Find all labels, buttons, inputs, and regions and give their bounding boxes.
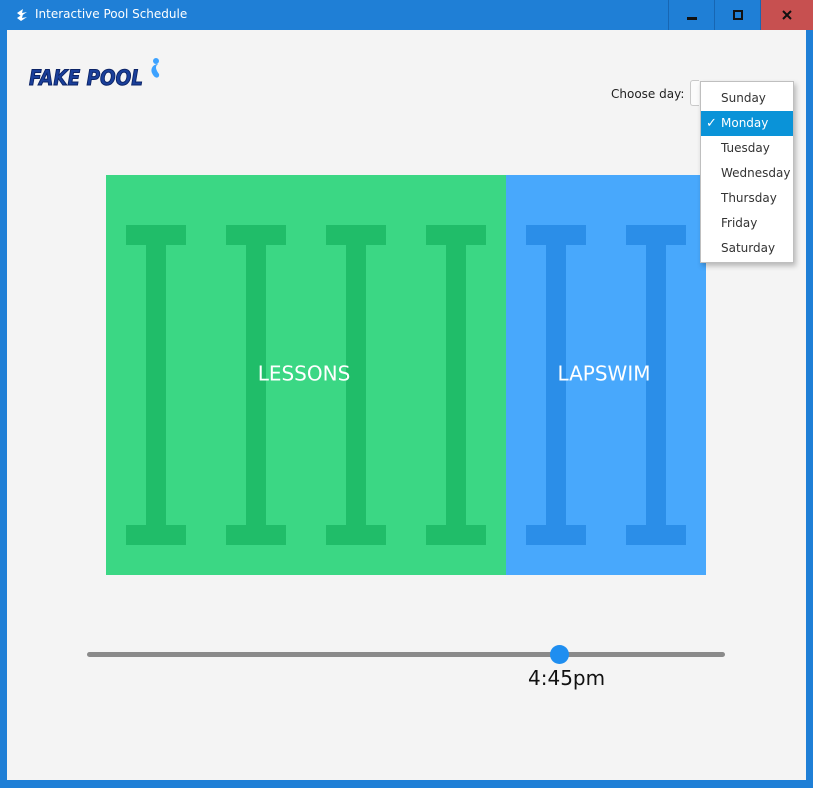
time-slider[interactable] xyxy=(87,640,727,670)
pool-zone-lapswim: LAPSWIM xyxy=(506,175,706,575)
day-option-label: Thursday xyxy=(721,191,777,205)
slider-track[interactable] xyxy=(87,652,725,657)
pool-zone-lessons: LESSONS xyxy=(106,175,506,575)
choose-day-label: Choose day: xyxy=(611,87,685,101)
day-option-label: Tuesday xyxy=(721,141,770,155)
day-option-monday[interactable]: ✓ Monday xyxy=(701,111,793,136)
day-option-label: Monday xyxy=(721,116,769,130)
day-option-saturday[interactable]: Saturday xyxy=(701,236,793,261)
time-readout: 4:45pm xyxy=(528,666,606,690)
window-frame-bottom xyxy=(0,780,813,788)
app-icon xyxy=(17,9,27,21)
zone-label: LAPSWIM xyxy=(558,362,651,386)
day-option-friday[interactable]: Friday xyxy=(701,211,793,236)
day-dropdown-list[interactable]: Sunday ✓ Monday Tuesday Wednesday Thursday Fri… xyxy=(700,81,794,263)
pool-schedule-map: LESSONS LAPSWIM xyxy=(106,175,706,575)
zone-label: LESSONS xyxy=(258,362,351,386)
logo-text: FAKE POOL xyxy=(29,66,143,90)
day-option-label: Wednesday xyxy=(721,166,791,180)
close-button[interactable] xyxy=(760,0,813,30)
slider-thumb[interactable] xyxy=(550,645,569,664)
maximize-icon xyxy=(732,10,743,20)
day-option-label: Saturday xyxy=(721,241,776,255)
window-content: FAKE POOL Choose day: LESSONS LAPSWIM 4:4… xyxy=(7,30,806,780)
check-icon: ✓ xyxy=(706,116,717,131)
fake-pool-logo: FAKE POOL xyxy=(29,58,160,91)
minimize-icon xyxy=(686,17,697,20)
close-icon xyxy=(782,10,792,20)
day-select[interactable] xyxy=(690,80,699,106)
day-option-wednesday[interactable]: Wednesday xyxy=(701,161,793,186)
day-option-label: Friday xyxy=(721,216,758,230)
minimize-button[interactable] xyxy=(668,0,714,30)
window-title: Interactive Pool Schedule xyxy=(35,7,188,21)
title-bar[interactable]: Interactive Pool Schedule xyxy=(0,0,813,30)
day-option-tuesday[interactable]: Tuesday xyxy=(701,136,793,161)
day-option-label: Sunday xyxy=(721,91,766,105)
day-option-thursday[interactable]: Thursday xyxy=(701,186,793,211)
day-option-sunday[interactable]: Sunday xyxy=(701,86,793,111)
maximize-button[interactable] xyxy=(714,0,760,30)
